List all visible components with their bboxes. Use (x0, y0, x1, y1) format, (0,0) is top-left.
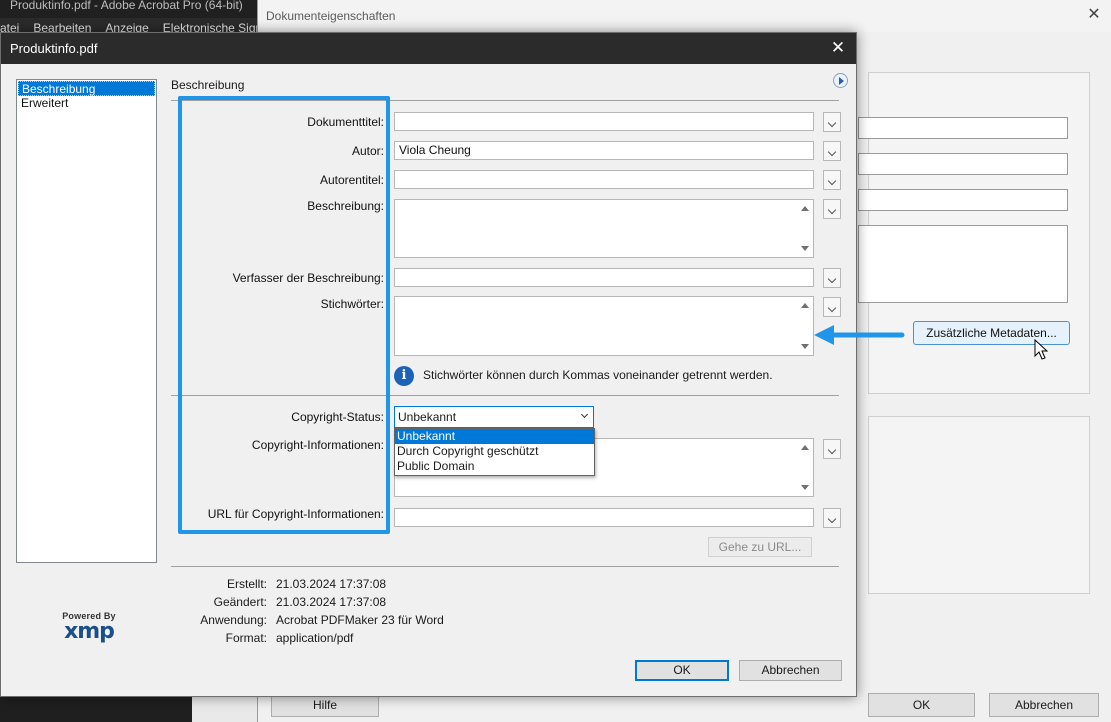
nav-item-beschreibung[interactable]: Beschreibung (18, 81, 155, 96)
keywords-label: Stichwörter: (320, 297, 384, 311)
application-label: Anwendung: (200, 613, 267, 627)
scrollbar[interactable] (797, 439, 813, 496)
metadata-dialog: Produktinfo.pdf ✕ Beschreibung Erweitert… (0, 32, 857, 697)
description-writer-history-dropdown[interactable] (823, 268, 841, 288)
document-properties-title: Dokumenteigenschaften (258, 0, 1111, 32)
description-history-dropdown[interactable] (823, 199, 841, 219)
acrobat-window-title: Produktinfo.pdf - Adobe Acrobat Pro (64-… (0, 0, 260, 18)
created-label: Erstellt: (226, 577, 267, 591)
properties-field[interactable] (858, 225, 1068, 303)
chevron-down-icon (580, 410, 589, 419)
author-title-input[interactable] (394, 170, 814, 189)
author-title-history-dropdown[interactable] (823, 170, 841, 190)
author-title-label: Autorentitel: (319, 173, 384, 187)
close-icon[interactable]: ✕ (1085, 6, 1103, 24)
author-input[interactable]: Viola Cheung (394, 141, 814, 160)
created-value: 21.03.2024 17:37:08 (276, 577, 387, 591)
goto-url-button[interactable]: Gehe zu URL... (708, 537, 812, 557)
divider (171, 395, 839, 396)
ok-button[interactable]: OK (635, 660, 729, 681)
close-icon[interactable]: ✕ (828, 38, 848, 58)
scrollbar[interactable] (797, 297, 813, 355)
copyright-status-select[interactable]: Unbekannt (394, 406, 594, 428)
description-writer-input[interactable] (394, 268, 814, 287)
mouse-cursor-icon (1034, 339, 1048, 360)
doc-title-input[interactable] (394, 112, 814, 131)
doc-title-label: Dokumenttitel: (307, 115, 384, 129)
modified-value: 21.03.2024 17:37:08 (276, 595, 387, 609)
format-label: Format: (225, 631, 267, 645)
keywords-history-dropdown[interactable] (823, 297, 841, 317)
properties-ok-button[interactable]: OK (868, 693, 975, 717)
description-textarea[interactable] (394, 199, 814, 258)
author-history-dropdown[interactable] (823, 141, 841, 161)
copyright-status-options: Unbekannt Durch Copyright geschützt Publ… (394, 428, 595, 476)
cancel-button[interactable]: Abbrechen (739, 660, 842, 681)
properties-field[interactable] (858, 153, 1068, 175)
doc-title-history-dropdown[interactable] (823, 112, 841, 132)
copyright-url-label: URL für Copyright-Informationen: (207, 507, 384, 521)
application-value: Acrobat PDFMaker 23 für Word (276, 613, 444, 627)
properties-field[interactable] (858, 117, 1068, 139)
option-unbekannt[interactable]: Unbekannt (395, 429, 594, 444)
properties-panel-lower (868, 416, 1090, 594)
section-title: Beschreibung (171, 78, 245, 92)
keywords-textarea[interactable] (394, 296, 814, 356)
divider (171, 100, 839, 101)
author-label: Autor: (351, 144, 384, 158)
copyright-status-value: Unbekannt (398, 410, 457, 424)
modified-label: Geändert: (213, 595, 267, 609)
copyright-info-label: Copyright-Informationen: (251, 438, 384, 452)
info-icon: i (394, 366, 414, 386)
copyright-info-history-dropdown[interactable] (823, 439, 841, 459)
description-writer-label: Verfasser der Beschreibung: (232, 271, 384, 285)
nav-item-erweitert[interactable]: Erweitert (18, 96, 155, 111)
properties-cancel-button[interactable]: Abbrechen (989, 693, 1099, 717)
description-label: Beschreibung: (307, 199, 384, 213)
copyright-status-label: Copyright-Status: (291, 410, 384, 424)
xmp-logo: Powered By xmp (49, 611, 129, 643)
dialog-title: Produktinfo.pdf (1, 33, 856, 64)
option-public-domain[interactable]: Public Domain (395, 459, 594, 474)
play-menu-icon[interactable] (833, 73, 848, 88)
scrollbar[interactable] (797, 200, 813, 257)
divider (171, 566, 839, 567)
properties-field[interactable] (858, 189, 1068, 211)
format-value: application/pdf (276, 631, 354, 645)
keywords-hint: Stichwörter können durch Kommas voneinan… (423, 368, 773, 382)
arrow-left-icon (814, 325, 905, 345)
dialog-nav-list: Beschreibung Erweitert (16, 79, 157, 563)
copyright-url-history-dropdown[interactable] (823, 508, 841, 528)
option-copyright-geschuetzt[interactable]: Durch Copyright geschützt (395, 444, 594, 459)
xmp-logo-text: xmp (64, 619, 115, 644)
copyright-url-input[interactable] (394, 508, 814, 527)
